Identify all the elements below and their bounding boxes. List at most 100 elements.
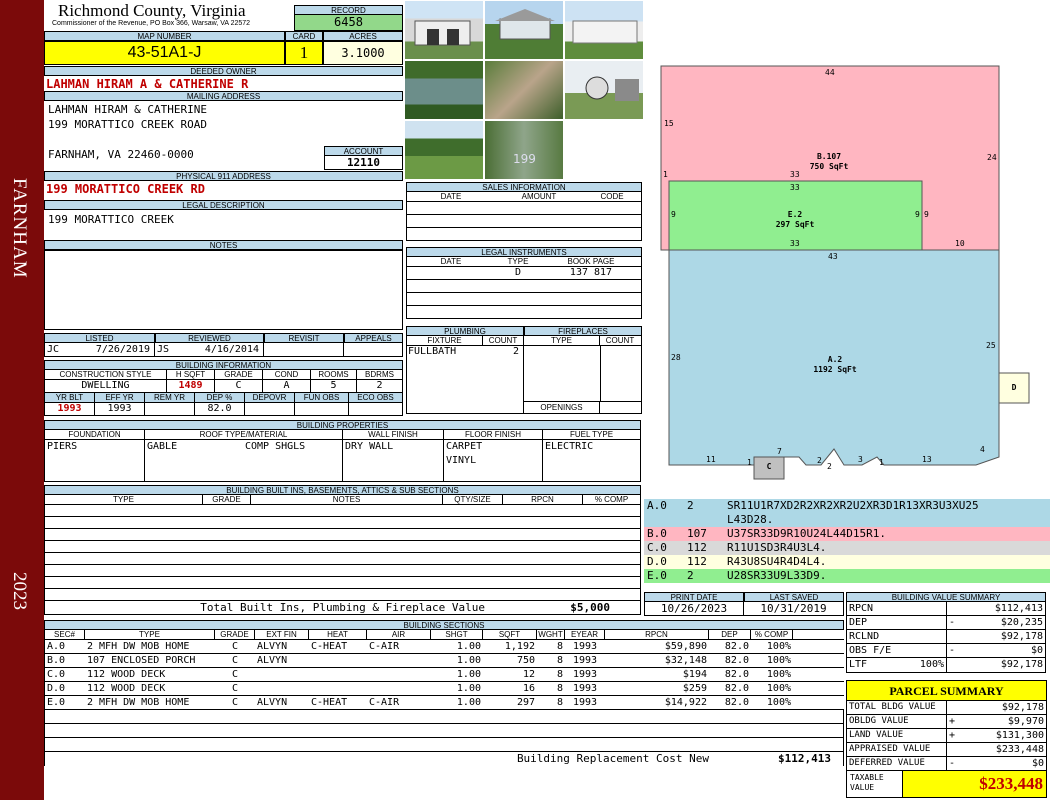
plumbing-count: 2 <box>512 346 519 357</box>
dim-label: 9 <box>924 210 929 219</box>
section-row: A.0 2 MFH DW MOB HOME C ALVYN C-HEAT C-AIR 1.0… <box>45 640 844 654</box>
bi-style: DWELLING <box>45 380 167 392</box>
acres-value: 3.1000 <box>323 41 403 65</box>
area-a-code: A.2 <box>827 355 843 364</box>
parcel-label: APPRAISED VALUE <box>847 743 947 756</box>
taxable-value: $233,448 <box>903 771 1046 797</box>
plumbing-row: FULLBATH 2 <box>406 346 524 359</box>
sec-num: A.0 <box>47 641 66 652</box>
print-date-value: 10/26/2023 <box>645 602 744 615</box>
built-ins-total-value: $5,000 <box>570 601 610 614</box>
listed-date: 7/26/2019 <box>73 343 155 356</box>
dim-label: 43 <box>828 252 838 261</box>
property-photo <box>564 60 644 120</box>
sales-col-date: DATE <box>440 192 462 201</box>
sec-rpcn: $194 <box>682 669 707 680</box>
dim-label: 25 <box>986 341 996 350</box>
fireplace-col-count: COUNT <box>605 336 635 345</box>
physical-address-label: PHYSICAL 911 ADDRESS <box>44 171 403 181</box>
seq-code: 2 <box>687 569 694 582</box>
map-number-value: 43-51A1-J <box>44 41 285 65</box>
bi-effyr: 1993 <box>95 403 145 415</box>
bi-head-yrblt: YR BLT <box>45 393 95 402</box>
dim-label: 33 <box>790 183 800 192</box>
deeded-owner-label: DEEDED OWNER <box>44 66 403 76</box>
dim-label: 1 <box>663 170 668 179</box>
account-value: 12110 <box>324 156 403 170</box>
value-row: RPCN $112,413 <box>847 602 1045 616</box>
fireplaces-title: FIREPLACES <box>524 326 642 336</box>
plumbing-col-count: COUNT <box>488 336 518 345</box>
area-e-code: E.2 <box>787 210 803 219</box>
dim-label: 15 <box>664 119 674 128</box>
area-label-e: E.2 297 SqFt <box>760 210 830 230</box>
taxable-value-label: TAXABLE VALUE <box>847 771 903 797</box>
bp-wall: DRY WALL <box>343 440 444 481</box>
sec-extfin: ALVYN <box>257 655 288 666</box>
sec-num: B.0 <box>47 655 66 666</box>
legal-col-bookpage: BOOK PAGE <box>567 257 615 266</box>
bi-dep: 82.0 <box>195 403 245 415</box>
record-label: RECORD <box>294 5 403 15</box>
dim-label: 9 <box>671 210 676 219</box>
bp-head-wall: WALL FINISH <box>343 430 444 439</box>
seq-vectors: R43U8SU4R4D4L4. <box>727 555 827 568</box>
parcel-row: DEFERRED VALUE - $0 <box>847 757 1046 771</box>
sec-heat: C-HEAT <box>311 641 348 652</box>
plumbing-fixture: FULLBATH <box>408 346 457 357</box>
parcel-summary-title: PARCEL SUMMARY <box>846 680 1047 701</box>
notes-label: NOTES <box>44 240 403 250</box>
bi-head-bdrms: BDRMS <box>365 370 394 379</box>
listed-by: JC <box>47 344 60 355</box>
print-date-label: PRINT DATE <box>644 592 744 602</box>
value-label: DEP <box>847 616 947 629</box>
sec-air <box>367 654 431 667</box>
bi-cond: A <box>263 380 311 392</box>
year-label: 2023 <box>9 572 30 610</box>
property-photo <box>484 0 564 60</box>
seq-id: B.0 <box>647 527 667 540</box>
sec-shgt: 1.00 <box>456 655 481 666</box>
map-number-label: MAP NUMBER <box>44 31 285 41</box>
sec-num: C.0 <box>47 669 66 680</box>
sequence-row: C.0 112 R11U1SD3R4U3L4. <box>644 541 1050 555</box>
value-amount: $20,235 <box>1000 617 1043 628</box>
area-label-d: D <box>1011 383 1017 392</box>
seq-vectors: R11U1SD3R4U3L4. <box>727 541 827 554</box>
value-row: DEP - $20,235 <box>847 616 1045 630</box>
value-row: LTF 100% $92,178 <box>847 658 1045 672</box>
sec-air: C-AIR <box>369 641 400 652</box>
fireplace-col-type: TYPE <box>524 336 600 345</box>
sec-type: 2 MFH DW MOB HOME <box>87 641 190 652</box>
sec-type: 112 WOOD DECK <box>87 683 166 694</box>
dim-label: 1 <box>879 458 884 467</box>
mailing-address-label: MAILING ADDRESS <box>44 91 403 101</box>
sec-col-wght: WGHT <box>537 630 565 639</box>
section-rows: A.0 2 MFH DW MOB HOME C ALVYN C-HEAT C-AIR 1.0… <box>44 640 844 710</box>
built-ins-section: BUILDING BUILT INS, BASEMENTS, ATTICS & … <box>44 485 641 615</box>
parcel-row: APPRAISED VALUE $233,448 <box>847 743 1046 757</box>
acres-label: ACRES <box>323 31 403 41</box>
plumbing-section: PLUMBING FIXTURE COUNT FULLBATH 2 <box>406 326 524 414</box>
sec-dep: 82.0 <box>724 683 749 694</box>
sec-wght: 8 <box>556 683 563 694</box>
bi-head-rooms: ROOMS <box>311 370 357 379</box>
plumbing-col-fixture: FIXTURE <box>407 336 483 345</box>
bins-col-grade: GRADE <box>203 495 251 504</box>
mailing-line-2: 199 MORATTICO CREEK ROAD <box>48 118 207 131</box>
sec-comp: 100% <box>766 683 791 694</box>
sec-shgt: 1.00 <box>456 697 481 708</box>
sec-sqft: 1,192 <box>504 641 535 652</box>
dim-label: 33 <box>790 170 800 179</box>
openings-label: OPENINGS <box>524 402 600 413</box>
property-photo <box>484 60 564 120</box>
card-value: 1 <box>285 41 323 65</box>
sequence-row: E.0 2 U28SR33U9L33D9. <box>644 569 1050 583</box>
side-banner: FARNHAM 2023 <box>0 0 44 800</box>
seq-id: A.0 <box>647 499 667 512</box>
seq-code: 112 <box>687 541 707 554</box>
sec-rpcn: $14,922 <box>664 697 707 708</box>
sec-grade: C <box>231 641 239 652</box>
dim-label: 2 <box>817 456 822 465</box>
legal-date <box>407 267 495 279</box>
